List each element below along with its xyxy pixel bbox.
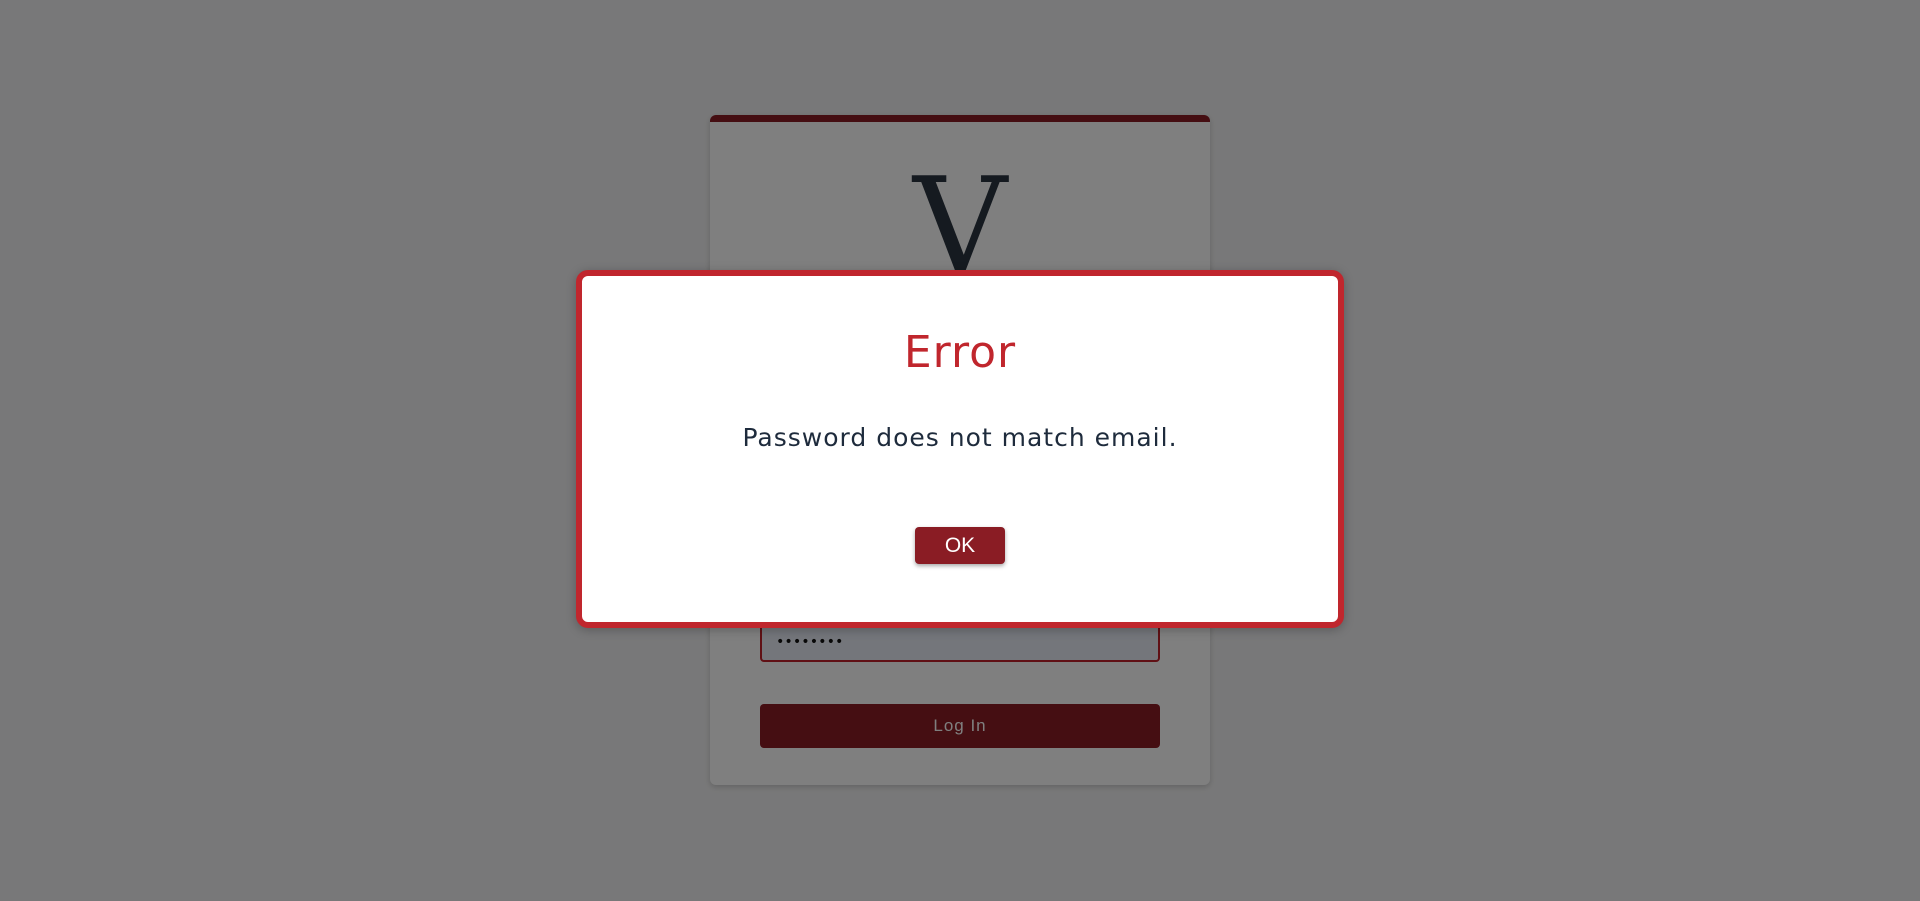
login-page: V Log In Error Password does not match e… (0, 0, 1920, 901)
error-dialog: Error Password does not match email. OK (576, 270, 1344, 628)
error-title: Error (903, 327, 1017, 378)
ok-button[interactable]: OK (915, 527, 1005, 564)
error-message: Password does not match email. (742, 423, 1178, 452)
